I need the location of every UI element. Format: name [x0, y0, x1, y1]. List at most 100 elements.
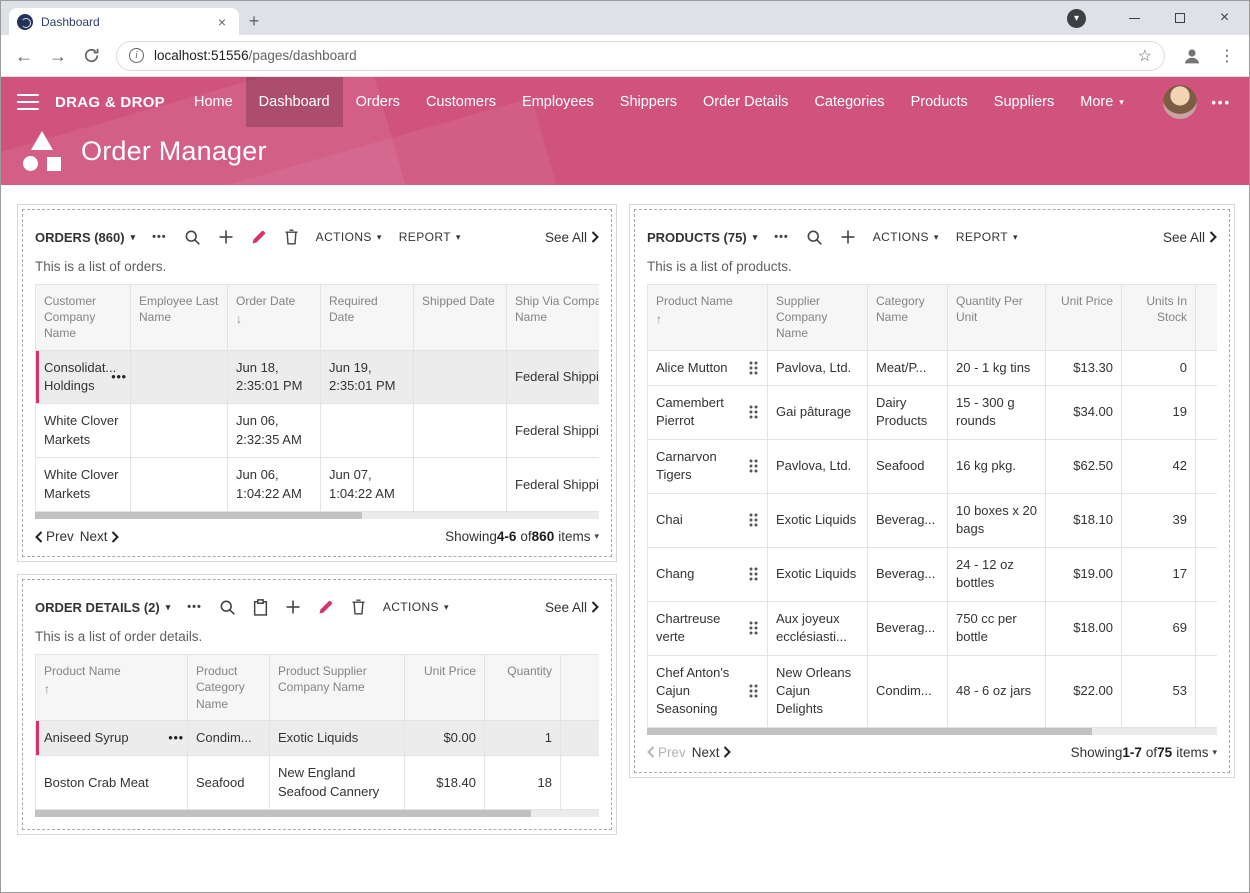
nav-item-shippers[interactable]: Shippers — [607, 77, 690, 127]
header-more-icon[interactable]: ••• — [1197, 95, 1249, 110]
browser-menu-icon[interactable]: ⋮ — [1219, 46, 1235, 66]
reload-icon[interactable] — [83, 47, 100, 64]
products-page-status[interactable]: Showing 1-7 of 75 items ▾ — [1067, 745, 1217, 760]
table-row[interactable]: Alice Mutton Pavlova, Ltd. Meat/P... 20 … — [648, 350, 1218, 385]
orders-see-all-link[interactable]: See All — [545, 230, 599, 245]
add-icon[interactable] — [285, 599, 301, 615]
bookmark-star-icon[interactable]: ☆ — [1138, 46, 1152, 66]
column-header-product-supplier-company-name[interactable]: Product Supplier Company Name — [270, 655, 405, 721]
table-row[interactable]: Consolidat... Holdings••• Jun 18, 2:35:0… — [36, 350, 600, 404]
next-page-button[interactable]: Next — [692, 745, 731, 760]
row-menu-button[interactable]: ••• — [111, 369, 127, 386]
nav-item-customers[interactable]: Customers — [413, 77, 509, 127]
drag-handle-icon[interactable] — [748, 620, 759, 636]
products-more-menu-icon[interactable]: ••• — [774, 231, 789, 243]
nav-item-home[interactable]: Home — [181, 77, 246, 127]
table-row[interactable]: Chef Anton's Cajun Seasoning New Orleans… — [648, 655, 1218, 727]
orders-more-menu-icon[interactable]: ••• — [152, 231, 167, 243]
horizontal-scrollbar[interactable] — [647, 728, 1217, 735]
table-row[interactable]: Chang Exotic Liquids Beverag... 24 - 12 … — [648, 547, 1218, 601]
products-title-dropdown[interactable]: PRODUCTS (75) ▾ — [647, 230, 757, 245]
order-details-see-all-link[interactable]: See All — [545, 600, 599, 615]
edit-pencil-icon[interactable] — [318, 599, 334, 615]
new-tab-button[interactable]: + — [239, 8, 269, 35]
user-avatar[interactable] — [1163, 85, 1197, 119]
row-menu-button[interactable]: ••• — [168, 730, 184, 747]
drag-handle-icon[interactable] — [748, 512, 759, 528]
column-header-order-date[interactable]: Order Date↓ — [228, 285, 321, 351]
browser-update-icon[interactable]: ▾ — [1067, 9, 1086, 28]
column-header-unit-price[interactable]: Unit Price — [1046, 285, 1122, 351]
drag-handle-icon[interactable] — [748, 404, 759, 420]
forward-icon[interactable]: → — [49, 47, 67, 65]
drag-handle-icon[interactable] — [748, 458, 759, 474]
tab-close-icon[interactable]: × — [213, 13, 231, 31]
column-header-product-name[interactable]: Product Name↑ — [648, 285, 768, 351]
column-header-quantity[interactable]: Quantity — [485, 655, 561, 721]
column-header-ship-via-company-name[interactable]: Ship Via Company Name — [507, 285, 600, 351]
table-row[interactable]: White Clover Markets Jun 06, 1:04:22 AM … — [36, 458, 600, 512]
next-page-button[interactable]: Next — [80, 529, 119, 544]
table-row[interactable]: Chai Exotic Liquids Beverag... 10 boxes … — [648, 493, 1218, 547]
column-header-product-name[interactable]: Product Name↑ — [36, 655, 188, 721]
nav-item-categories[interactable]: Categories — [801, 77, 897, 127]
horizontal-scrollbar[interactable] — [35, 810, 599, 817]
products-see-all-link[interactable]: See All — [1163, 230, 1217, 245]
nav-item-suppliers[interactable]: Suppliers — [981, 77, 1067, 127]
delete-trash-icon[interactable] — [284, 229, 299, 245]
horizontal-scrollbar[interactable] — [35, 512, 599, 519]
column-header-quantity-per-unit[interactable]: Quantity Per Unit — [948, 285, 1046, 351]
column-header-supplier-company-name[interactable]: Supplier Company Name — [768, 285, 868, 351]
window-close-button[interactable]: × — [1202, 1, 1247, 35]
products-actions-dropdown[interactable]: ACTIONS ▾ — [873, 230, 939, 244]
nav-item-more[interactable]: More ▾ — [1067, 77, 1137, 127]
hamburger-menu-icon[interactable] — [1, 77, 55, 127]
products-report-dropdown[interactable]: REPORT ▾ — [956, 230, 1018, 244]
profile-avatar-icon[interactable] — [1181, 45, 1203, 67]
drag-handle-icon[interactable] — [748, 360, 759, 376]
column-header-customer-company-name[interactable]: Customer Company Name — [36, 285, 131, 351]
column-header-category-name[interactable]: Category Name — [868, 285, 948, 351]
column-header-unit-price[interactable]: Unit Price — [405, 655, 485, 721]
orders-actions-dropdown[interactable]: ACTIONS ▾ — [316, 230, 382, 244]
nav-item-employees[interactable]: Employees — [509, 77, 607, 127]
table-row[interactable]: Boston Crab Meat Seafood New England Sea… — [36, 756, 600, 810]
window-minimize-button[interactable] — [1112, 1, 1157, 35]
drag-handle-icon[interactable] — [748, 566, 759, 582]
orders-page-status[interactable]: Showing 4-6 of 860 items ▾ — [441, 529, 599, 544]
edit-pencil-icon[interactable] — [251, 229, 267, 245]
prev-page-button[interactable]: Prev — [35, 529, 74, 544]
table-row[interactable]: Camembert Pierrot Gai pâturage Dairy Pro… — [648, 386, 1218, 440]
nav-item-order-details[interactable]: Order Details — [690, 77, 801, 127]
orders-report-dropdown[interactable]: REPORT ▾ — [399, 230, 461, 244]
table-row[interactable]: White Clover Markets Jun 06, 2:32:35 AM … — [36, 404, 600, 458]
back-icon[interactable]: ← — [15, 47, 33, 65]
add-icon[interactable] — [218, 229, 234, 245]
column-header-shipped-date[interactable]: Shipped Date — [414, 285, 507, 351]
prev-page-button[interactable]: Prev — [647, 745, 686, 760]
column-header-units-in-stock[interactable]: Units In Stock — [1122, 285, 1196, 351]
drag-handle-icon[interactable] — [748, 683, 759, 699]
order-details-more-menu-icon[interactable]: ••• — [187, 601, 202, 613]
add-icon[interactable] — [840, 229, 856, 245]
search-icon[interactable] — [806, 229, 823, 246]
search-icon[interactable] — [184, 229, 201, 246]
order-details-actions-dropdown[interactable]: ACTIONS ▾ — [383, 600, 449, 614]
column-header-required-date[interactable]: Required Date — [321, 285, 414, 351]
window-maximize-button[interactable] — [1157, 1, 1202, 35]
page-info-icon[interactable]: i — [129, 48, 144, 63]
table-row[interactable]: Aniseed Syrup••• Condim... Exotic Liquid… — [36, 720, 600, 755]
table-row[interactable]: Chartreuse verte Aux joyeux ecclésiasti.… — [648, 601, 1218, 655]
table-row[interactable]: Carnarvon Tigers Pavlova, Ltd. Seafood 1… — [648, 439, 1218, 493]
orders-title-dropdown[interactable]: ORDERS (860) ▾ — [35, 230, 135, 245]
browser-tab-dashboard[interactable]: Dashboard × — [9, 8, 239, 35]
column-header-product-category-name[interactable]: Product Category Name — [188, 655, 270, 721]
search-icon[interactable] — [219, 599, 236, 616]
nav-item-products[interactable]: Products — [898, 77, 981, 127]
clipboard-icon[interactable] — [253, 599, 268, 616]
delete-trash-icon[interactable] — [351, 599, 366, 615]
order-details-title-dropdown[interactable]: ORDER DETAILS (2) ▾ — [35, 600, 170, 615]
nav-item-orders[interactable]: Orders — [343, 77, 413, 127]
nav-item-dashboard[interactable]: Dashboard — [246, 77, 343, 127]
column-header-employee-last-name[interactable]: Employee Last Name — [131, 285, 228, 351]
